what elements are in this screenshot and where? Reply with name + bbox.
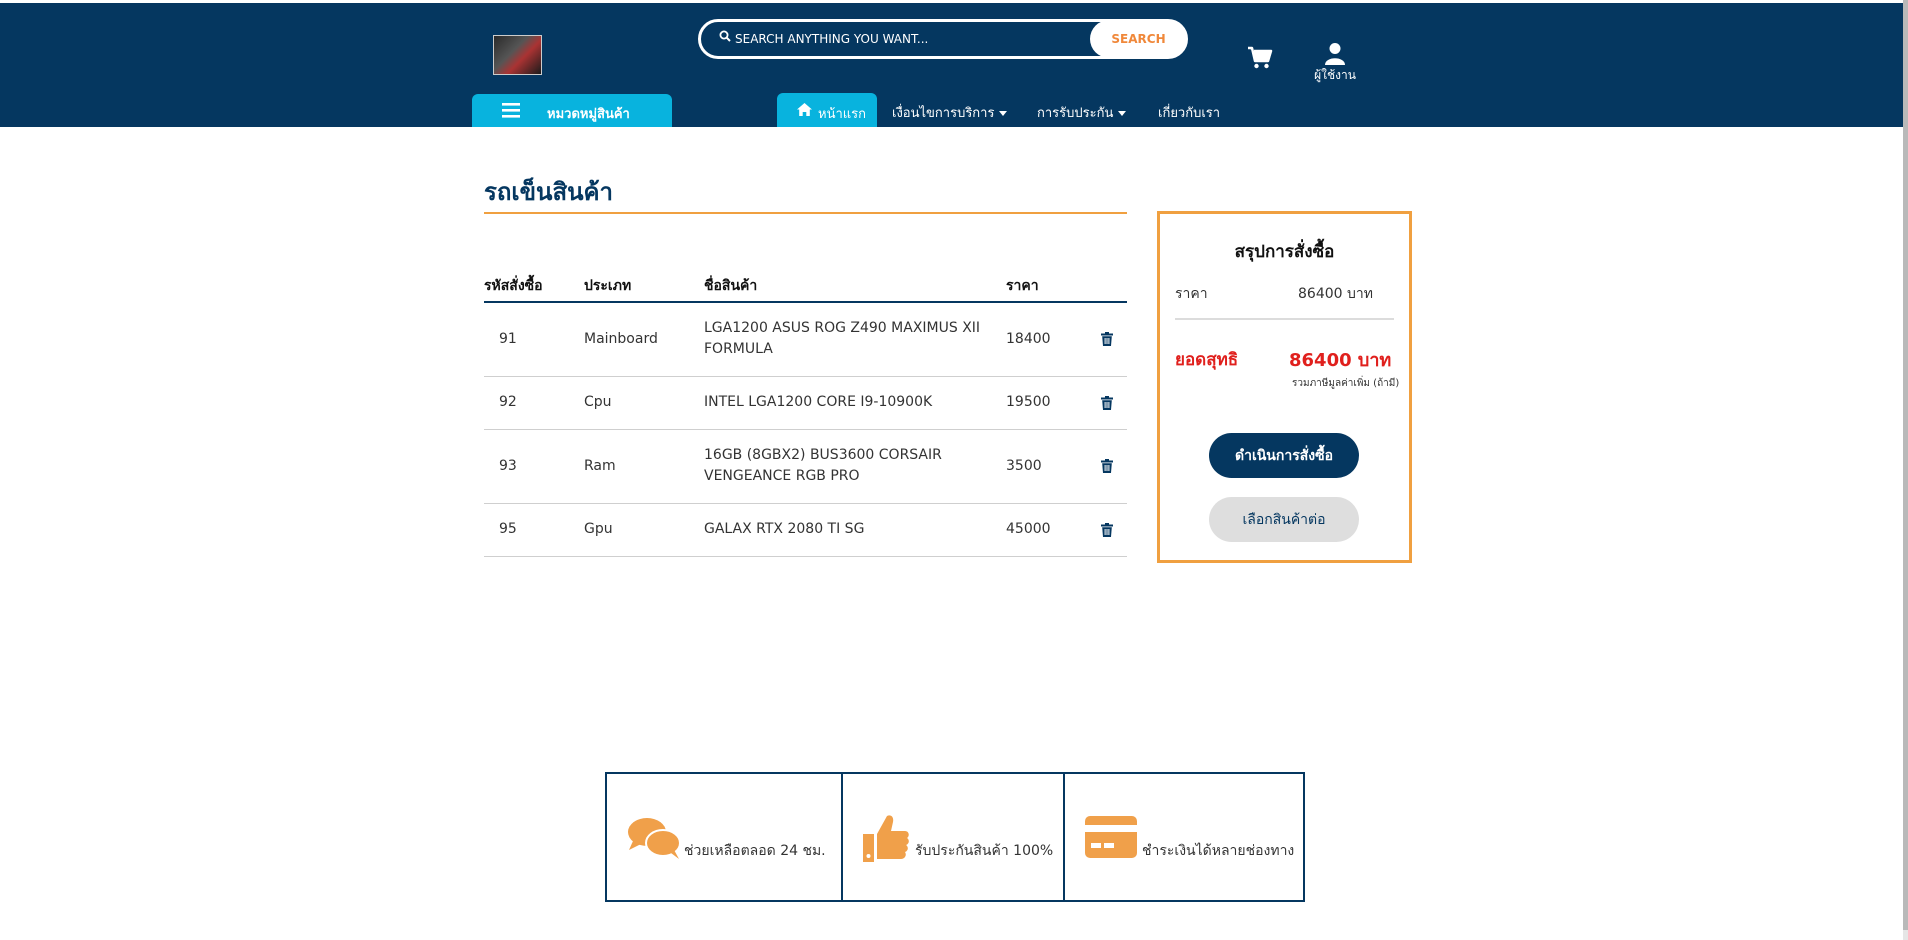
nav-home-label: หน้าแรก — [818, 107, 866, 122]
delete-item-button[interactable] — [1091, 376, 1127, 430]
nav-home[interactable]: หน้าแรก — [777, 93, 877, 127]
delete-item-button[interactable] — [1091, 429, 1127, 504]
trash-icon[interactable] — [1101, 459, 1113, 473]
credit-card-icon — [1085, 816, 1137, 858]
cell-price: 19500 — [1006, 376, 1091, 430]
chevron-down-icon — [1118, 111, 1127, 116]
search-icon — [719, 30, 731, 42]
nav-about-label: เกี่ยวกับเรา — [1158, 106, 1221, 121]
cell-product-name: INTEL LGA1200 CORE I9-10900K — [704, 376, 1006, 430]
delete-item-button[interactable] — [1091, 503, 1127, 557]
cell-product-name: 16GB (8GBX2) BUS3600 CORSAIR VENGEANCE R… — [704, 429, 1006, 504]
cart-icon[interactable] — [1247, 46, 1273, 70]
chat-bubbles-icon — [628, 818, 681, 859]
table-row: 93 Ram 16GB (8GBX2) BUS3600 CORSAIR VENG… — [484, 429, 1127, 504]
net-total-value: 86400 บาท — [1289, 350, 1392, 371]
categories-menu-button[interactable]: หมวดหมู่สินค้า — [472, 94, 672, 127]
col-header-product-name: ชื่อสินค้า — [704, 270, 1006, 303]
table-row: 92 Cpu INTEL LGA1200 CORE I9-10900K 1950… — [484, 376, 1127, 430]
feature-support: ช่วยเหลือตลอด 24 ชม. — [607, 774, 843, 900]
summary-price-label: ราคา — [1175, 286, 1208, 302]
summary-divider — [1175, 318, 1394, 320]
thumbs-up-icon — [863, 815, 909, 862]
cell-price: 3500 — [1006, 429, 1091, 504]
page-title: รถเข็นสินค้า — [484, 178, 614, 206]
user-icon[interactable] — [1325, 42, 1345, 66]
table-row: 95 Gpu GALAX RTX 2080 TI SG 45000 — [484, 503, 1127, 557]
cell-type: Cpu — [584, 376, 704, 430]
summary-price-value: 86400 บาท — [1298, 286, 1373, 302]
categories-label: หมวดหมู่สินค้า — [547, 107, 630, 122]
nav-warranty-label: การรับประกัน — [1037, 106, 1114, 121]
vat-note: รวมภาษีมูลค่าเพิ่ม (ถ้ามี) — [1292, 378, 1400, 389]
checkout-button[interactable]: ดำเนินการสั่งซื้อ — [1209, 433, 1359, 478]
col-header-order-id: รหัสสั่งซื้อ — [484, 270, 584, 303]
cart-table: รหัสสั่งซื้อ ประเภท ชื่อสินค้า ราคา 91 M… — [484, 270, 1127, 557]
col-header-actions — [1091, 270, 1127, 303]
cell-type: Ram — [584, 429, 704, 504]
search-input[interactable] — [735, 28, 1075, 50]
nav-warranty[interactable]: การรับประกัน — [1037, 102, 1127, 123]
title-divider — [484, 212, 1127, 214]
feature-payment-text: ชำระเงินได้หลายช่องทาง — [1142, 843, 1295, 859]
cell-order-id: 92 — [484, 376, 584, 430]
scrollbar-thumb[interactable] — [1903, 0, 1908, 930]
cell-product-name: GALAX RTX 2080 TI SG — [704, 503, 1006, 557]
home-icon — [797, 103, 812, 116]
table-header-row: รหัสสั่งซื้อ ประเภท ชื่อสินค้า ราคา — [484, 270, 1127, 303]
trash-icon[interactable] — [1101, 332, 1113, 347]
feature-payment: ชำระเงินได้หลายช่องทาง — [1065, 774, 1303, 900]
feature-warranty-text: รับประกันสินค้า 100% — [915, 843, 1054, 859]
cell-order-id: 91 — [484, 302, 584, 377]
nav-about[interactable]: เกี่ยวกับเรา — [1158, 102, 1220, 123]
table-row: 91 Mainboard LGA1200 ASUS ROG Z490 MAXIM… — [484, 302, 1127, 377]
nav-terms[interactable]: เงื่อนไขการบริการ — [892, 102, 1008, 123]
features-bar: ช่วยเหลือตลอด 24 ชม. รับประกันสินค้า 100… — [605, 772, 1305, 902]
hamburger-icon — [502, 103, 520, 118]
site-logo[interactable] — [493, 35, 542, 75]
col-header-type: ประเภท — [584, 270, 704, 303]
cell-order-id: 93 — [484, 429, 584, 504]
trash-icon[interactable] — [1101, 395, 1113, 410]
user-label[interactable]: ผู้ใช้งาน — [1305, 66, 1365, 85]
delete-item-button[interactable] — [1091, 302, 1127, 377]
nav-terms-label: เงื่อนไขการบริการ — [892, 106, 995, 121]
cell-price: 45000 — [1006, 503, 1091, 557]
col-header-price: ราคา — [1006, 270, 1091, 303]
chevron-down-icon — [999, 111, 1008, 116]
feature-warranty: รับประกันสินค้า 100% — [843, 774, 1065, 900]
cell-price: 18400 — [1006, 302, 1091, 377]
continue-shopping-button[interactable]: เลือกสินค้าต่อ — [1209, 497, 1359, 542]
cell-product-name: LGA1200 ASUS ROG Z490 MAXIMUS XII FORMUL… — [704, 302, 1006, 377]
net-total-label: ยอดสุทธิ — [1175, 350, 1239, 370]
cell-order-id: 95 — [484, 503, 584, 557]
cell-type: Gpu — [584, 503, 704, 557]
order-summary-title: สรุปการสั่งซื้อ — [1234, 242, 1335, 262]
cell-type: Mainboard — [584, 302, 704, 377]
feature-support-text: ช่วยเหลือตลอด 24 ชม. — [684, 843, 826, 859]
trash-icon[interactable] — [1101, 522, 1113, 537]
search-button[interactable]: SEARCH — [1090, 20, 1187, 58]
